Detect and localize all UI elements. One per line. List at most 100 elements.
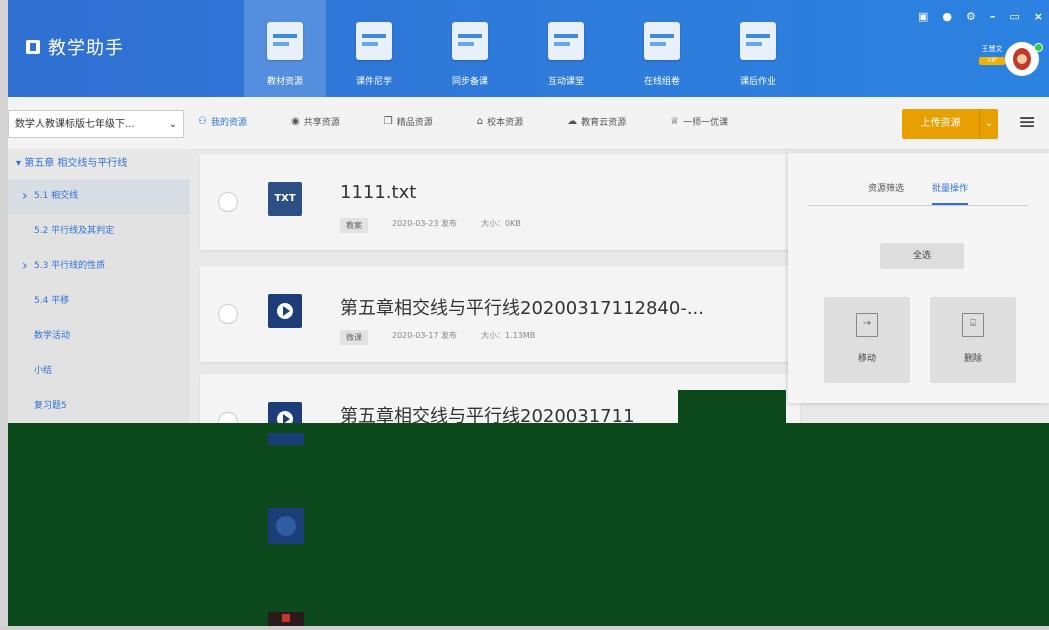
chapter-label: 第五章 相交线与平行线 xyxy=(24,158,128,169)
school-icon: ⌂ xyxy=(476,116,484,127)
resource-toolbar: 数学人教课标版七年级下... ⌄ ⚇ 我的资源 ◉ 共享资源 ❐ 精品资源 ⌂ 校本资源… xyxy=(8,97,1049,150)
top-bar: 教学助手 教材资源 课件尼学 同步备课 互动课堂 在线组卷 课后作业 ▣ ● ⚙… xyxy=(8,0,1049,97)
tab-label: 教育云资源 xyxy=(581,118,627,128)
trophy-icon: ♕ xyxy=(670,116,680,127)
nav-item-teaching-resources[interactable]: 教材资源 xyxy=(244,0,326,97)
homework-icon xyxy=(740,22,776,60)
pencil-icon xyxy=(452,22,488,60)
resource-tabs: ⚇ 我的资源 ◉ 共享资源 ❐ 精品资源 ⌂ 校本资源 ☁ 教育云资源 ♕ 一师一优课 xyxy=(198,115,772,128)
sidebar-chapter[interactable]: ▾ 第五章 相交线与平行线 xyxy=(8,149,190,179)
glitch-overlay-top xyxy=(678,390,786,423)
file-size: 大小：1.13MB xyxy=(481,331,536,340)
close-icon[interactable]: × xyxy=(1034,10,1043,23)
nav-label: 互动课堂 xyxy=(547,77,584,87)
sidebar-item[interactable]: 5.3 平行线的性质 xyxy=(8,249,190,284)
sidebar-item[interactable]: 小结 xyxy=(8,354,190,389)
video-file-icon xyxy=(268,433,304,445)
cloud-icon: ☁ xyxy=(567,116,578,127)
file-date: 2020-03-17 发布 xyxy=(392,331,458,340)
tab-label: 精品资源 xyxy=(396,118,433,128)
upload-label: 上传资源 xyxy=(920,118,961,129)
file-tag: 微课 xyxy=(340,330,368,345)
file-date: 2020-03-23 发布 xyxy=(392,219,458,228)
menu-icon[interactable]: ≡ xyxy=(1018,111,1036,135)
select-radio[interactable] xyxy=(218,304,238,324)
sidebar-item[interactable]: 复习题5 xyxy=(8,389,190,424)
tab-label: 一师一优课 xyxy=(683,118,729,128)
nav-item-interactive-class[interactable]: 互动课堂 xyxy=(518,0,614,97)
tab-school-resources[interactable]: ⌂ 校本资源 xyxy=(477,115,523,128)
sidebar-item[interactable]: 数学活动 xyxy=(8,319,190,354)
nav-label: 课件尼学 xyxy=(355,77,392,87)
tab-shared-resources[interactable]: ◉ 共享资源 xyxy=(291,115,340,128)
video-file-icon xyxy=(268,294,302,328)
chevron-down-icon: ⌄ xyxy=(168,119,177,130)
sidebar-item[interactable]: 5.4 平移 xyxy=(8,284,190,319)
document-icon: ❐ xyxy=(383,116,393,127)
app-title: 教学助手 xyxy=(48,38,124,59)
tab-cloud-resources[interactable]: ☁ 教育云资源 xyxy=(567,115,626,128)
app-logo: 教学助手 xyxy=(26,34,124,60)
checkmark-icon xyxy=(644,22,680,60)
nav-item-homework[interactable]: 课后作业 xyxy=(710,0,806,97)
logo-icon xyxy=(26,40,40,54)
video-file-icon xyxy=(268,508,304,544)
folder-move-icon: → xyxy=(856,313,878,337)
snap-icon[interactable]: ▣ xyxy=(918,10,928,23)
nav-label: 课后作业 xyxy=(739,77,776,87)
app-window: 教学助手 教材资源 课件尼学 同步备课 互动课堂 在线组卷 课后作业 ▣ ● ⚙… xyxy=(8,0,1049,630)
tab-resource-filter[interactable]: 资源筛选 xyxy=(868,173,904,205)
tab-batch-operation[interactable]: 批量操作 xyxy=(932,173,969,205)
nav-label: 教材资源 xyxy=(266,77,303,87)
minimize-icon[interactable]: – xyxy=(990,10,996,23)
tab-my-resources[interactable]: ⚇ 我的资源 xyxy=(198,115,247,128)
user-info[interactable]: 王慧文 VIP xyxy=(979,44,1005,65)
trash-icon: ⌸ xyxy=(962,313,984,337)
panel-tabs: 资源筛选 批量操作 xyxy=(808,173,1028,206)
batch-operation-panel: 资源筛选 批量操作 全选 → 移动 ⌸ 删除 xyxy=(788,153,1049,403)
user-icon: ⚇ xyxy=(198,116,207,127)
online-status-icon xyxy=(1034,43,1043,52)
tab-label: 共享资源 xyxy=(303,118,340,128)
screen-bottom-edge xyxy=(0,626,1049,630)
file-meta: 教案 2020-03-23 发布 大小：0KB xyxy=(340,218,521,233)
tab-label: 校本资源 xyxy=(487,118,524,128)
main-nav: 教材资源 课件尼学 同步备课 互动课堂 在线组卷 课后作业 xyxy=(244,0,806,97)
upload-dropdown-icon[interactable]: ⌄ xyxy=(979,109,998,139)
file-title: 1111.txt xyxy=(340,182,417,203)
textbook-select-value: 数学人教课标版七年级下... xyxy=(15,119,135,130)
gear-icon[interactable]: ⚙ xyxy=(966,10,976,23)
delete-label: 删除 xyxy=(963,354,982,364)
notification-icon[interactable]: ● xyxy=(942,10,952,23)
textbook-select[interactable]: 数学人教课标版七年级下... ⌄ xyxy=(8,110,184,138)
tab-premium-resources[interactable]: ❐ 精品资源 xyxy=(384,115,433,128)
nav-item-courseware[interactable]: 课件尼学 xyxy=(326,0,422,97)
upload-button[interactable]: 上传资源 ⌄ xyxy=(902,109,998,139)
vip-badge: VIP xyxy=(979,57,1005,65)
file-tag: 教案 xyxy=(340,218,368,233)
nav-item-lesson-prep[interactable]: 同步备课 xyxy=(422,0,518,97)
courseware-icon xyxy=(356,22,392,60)
monitor-icon xyxy=(548,22,584,60)
screen-left-edge xyxy=(0,0,8,630)
user-name: 王慧文 xyxy=(981,45,1003,53)
move-label: 移动 xyxy=(857,354,876,364)
select-all-button[interactable]: 全选 xyxy=(880,243,964,269)
list-item[interactable]: TXT 1111.txt 教案 2020-03-23 发布 大小：0KB xyxy=(200,154,800,250)
list-item[interactable]: 第五章相交线与平行线20200317112840-... 微课 2020-03-… xyxy=(200,266,800,362)
share-icon: ◉ xyxy=(290,116,300,127)
file-title: 第五章相交线与平行线20200317112840-... xyxy=(340,298,704,319)
delete-button[interactable]: ⌸ 删除 xyxy=(930,297,1016,383)
book-icon xyxy=(267,22,303,60)
nav-item-online-exam[interactable]: 在线组卷 xyxy=(614,0,710,97)
select-radio[interactable] xyxy=(218,192,238,212)
maximize-icon[interactable]: ▭ xyxy=(1009,10,1019,23)
sidebar-item[interactable]: 5.2 平行线及其判定 xyxy=(8,214,190,249)
tab-excellent-lessons[interactable]: ♕ 一师一优课 xyxy=(670,115,728,128)
file-size: 大小：0KB xyxy=(481,219,521,228)
nav-label: 在线组卷 xyxy=(643,77,680,87)
txt-file-icon: TXT xyxy=(268,182,302,216)
move-button[interactable]: → 移动 xyxy=(824,297,910,383)
sidebar-item[interactable]: 5.1 相交线 xyxy=(8,179,190,214)
glitch-overlay xyxy=(8,423,1049,630)
